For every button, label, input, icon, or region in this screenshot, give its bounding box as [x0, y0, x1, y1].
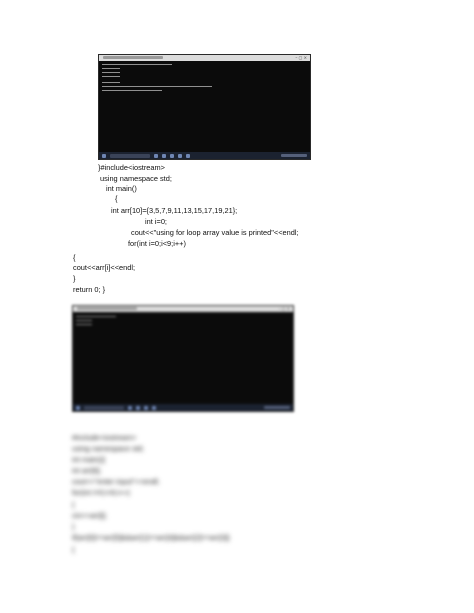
- code-line: int i=0;: [145, 217, 167, 226]
- code-line: {: [72, 500, 75, 509]
- code-line: {: [73, 253, 76, 262]
- code-line: #include<iostream>: [72, 433, 137, 442]
- taskbar-search: [84, 405, 124, 410]
- blurred-code-block: #include<iostream> using namespace std; …: [72, 433, 292, 558]
- code-line: }: [72, 522, 75, 531]
- code-line: }: [73, 274, 76, 283]
- start-icon: [76, 405, 80, 410]
- code-line: int main(){: [72, 455, 106, 464]
- code-line: int arr[6];: [72, 466, 102, 475]
- code-line: cin>>arr[i];: [72, 511, 107, 520]
- windows-taskbar: [73, 404, 293, 411]
- code-line: }#include<iostream>: [98, 163, 165, 172]
- code-line: return 0; }: [73, 285, 106, 294]
- code-line: cout<<"enter input"<<endl;: [72, 477, 160, 486]
- code-line: using namespace std;: [72, 444, 144, 453]
- code-line: {: [115, 194, 118, 203]
- code-line: cout<<"using for loop array value is pri…: [131, 228, 299, 237]
- system-tray: [264, 406, 290, 409]
- window-controls-icon: – ▢ ×: [278, 306, 290, 311]
- code-line: cout<<arr[i]<<endl;: [73, 263, 136, 272]
- code-line: int main(): [106, 184, 137, 193]
- console-titlebar: – ▢ ×: [73, 306, 293, 312]
- code-line: using namespace std;: [100, 174, 172, 183]
- code-line: for(int i=0;i<6;i++): [72, 488, 130, 497]
- code-line: {: [72, 545, 75, 554]
- code-line: for(int i=0;i<9;i++): [128, 239, 186, 248]
- console-screenshot-bottom: – ▢ ×: [72, 305, 294, 412]
- code-line: if(arr[0]==arr[5]&&arr[1]==arr[4]&&arr[2…: [72, 533, 230, 542]
- code-line: int arr[10]={3,5,7,9,11,13,15,17,19,21};: [111, 206, 238, 215]
